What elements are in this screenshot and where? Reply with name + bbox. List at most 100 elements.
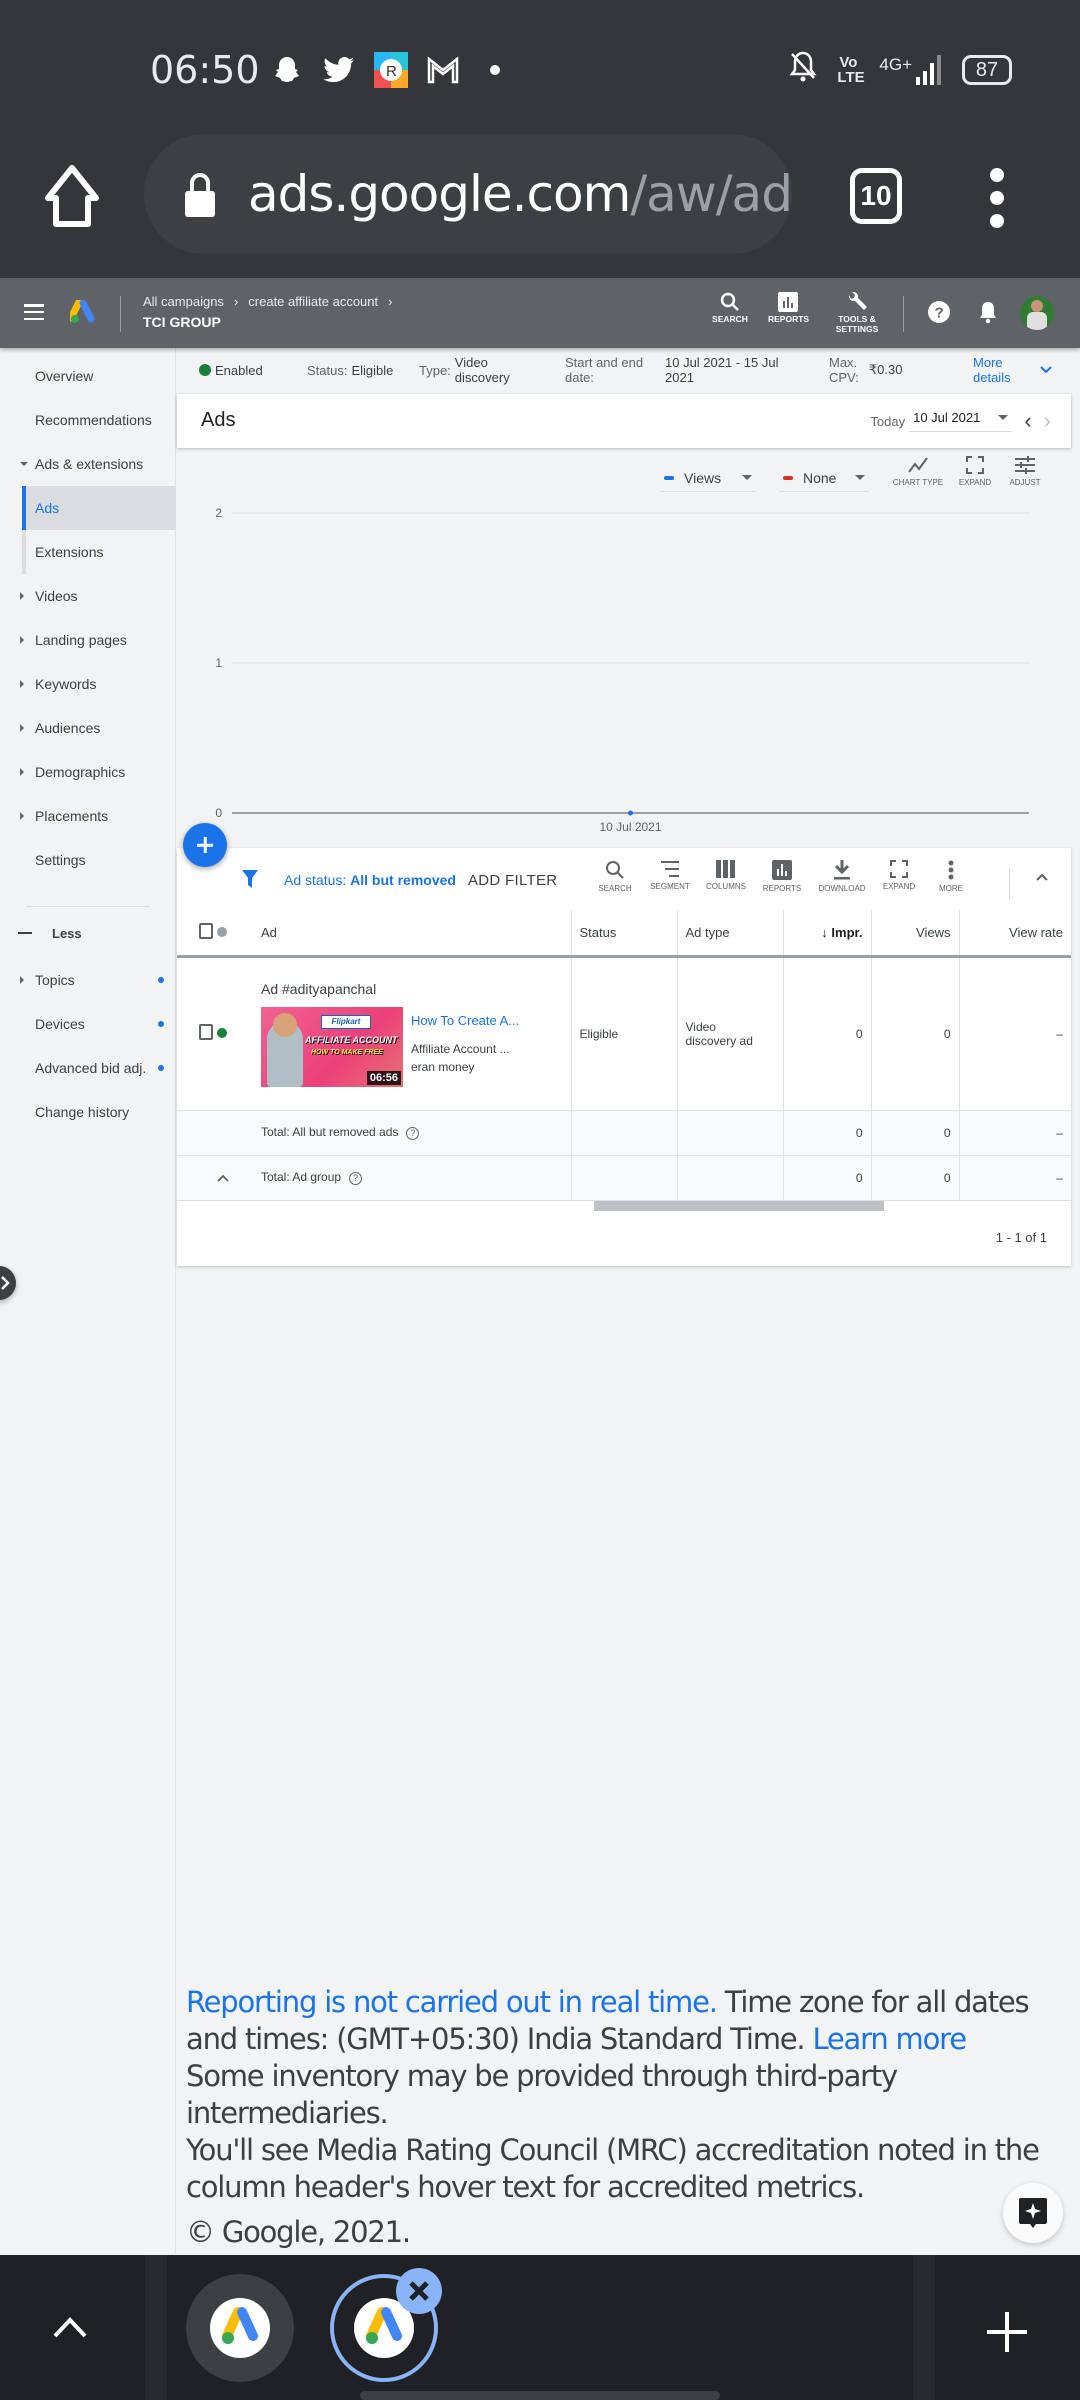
more-label: MORE (939, 884, 963, 893)
sidebar-item-placements[interactable]: Placements (0, 794, 176, 838)
column-header-impr[interactable]: ↓ Impr. (783, 910, 872, 958)
google-ads-logo[interactable] (67, 298, 96, 324)
add-ad-button[interactable] (183, 823, 227, 867)
column-header-status[interactable]: Status (571, 910, 678, 958)
tab-google-ads-1[interactable] (186, 2274, 294, 2382)
segment-button[interactable]: SEGMENT (645, 860, 695, 891)
tab-strip-edge (145, 2255, 167, 2400)
account-avatar[interactable] (1020, 296, 1054, 330)
breadcrumb-campaign[interactable]: create affiliate account (248, 294, 378, 309)
chart-type-button[interactable]: CHART TYPE (890, 456, 946, 487)
chevron-up-icon (217, 1174, 229, 1182)
header-reports-button[interactable]: REPORTS (768, 292, 810, 324)
sidebar-item-audiences[interactable]: Audiences (0, 706, 176, 750)
sidebar-item-overview[interactable]: Overview (0, 354, 176, 398)
breadcrumb-all-campaigns[interactable]: All campaigns (143, 294, 224, 309)
chart-expand-button[interactable]: EXPAND (955, 456, 995, 487)
help-icon[interactable]: ? (349, 1172, 363, 1185)
account-name[interactable]: TCI GROUP (143, 314, 221, 330)
metric-2-select[interactable]: None (779, 464, 869, 492)
sidebar-item-landing-pages[interactable]: Landing pages (0, 618, 176, 662)
enabled-label: Enabled (215, 362, 263, 378)
previous-date-button[interactable]: ‹ (1024, 410, 1031, 432)
sidebar-item-devices[interactable]: Devices (0, 1002, 176, 1046)
search-icon (720, 292, 739, 311)
chevron-down-icon[interactable] (1039, 348, 1053, 392)
table-search-button[interactable]: SEARCH (595, 860, 635, 893)
sidebar-item-demographics[interactable]: Demographics (0, 750, 176, 794)
header-tools-label-1: TOOLS & (838, 314, 876, 324)
sidebar-item-settings[interactable]: Settings (0, 838, 176, 882)
learn-more-link[interactable]: Learn more (812, 2022, 967, 2056)
next-date-button[interactable]: › (1044, 410, 1051, 432)
chart-type-icon (908, 457, 928, 473)
ad-headline-link[interactable]: How To Create A... (411, 1013, 531, 1028)
help-icon[interactable]: ? (406, 1127, 420, 1140)
column-header-ad-type[interactable]: Ad type (677, 910, 784, 958)
sidebar-item-keywords[interactable]: Keywords (0, 662, 176, 706)
collapse-table-button[interactable] (1035, 872, 1049, 882)
horizontal-scrollbar[interactable] (594, 1201, 884, 1211)
sidebar-item-change-history[interactable]: Change history (0, 1090, 176, 1134)
bell-icon (980, 302, 996, 324)
twitter-icon (322, 52, 356, 88)
realtime-reporting-link[interactable]: Reporting is not carried out in real tim… (186, 1985, 718, 2019)
ad-name[interactable]: Ad #adityapanchal (261, 981, 563, 997)
ad-status-filter-chip[interactable]: Ad status: All but removed (284, 872, 456, 888)
enabled-status[interactable]: Enabled (199, 348, 263, 392)
expand-tabs-button[interactable] (52, 2315, 88, 2339)
dates-value: 10 Jul 2021 - 15 Jul 2021 (665, 355, 779, 385)
download-button[interactable]: DOWNLOAD (815, 860, 869, 893)
table-expand-button[interactable]: EXPAND (877, 860, 921, 891)
sidebar-item-ads-extensions[interactable]: Ads & extensions (0, 442, 176, 486)
collapse-totals-button[interactable] (209, 1155, 239, 1201)
sidebar-item-topics[interactable]: Topics (0, 958, 176, 1002)
dropdown-arrow-icon (855, 475, 865, 480)
column-header-view-rate[interactable]: View rate (959, 910, 1071, 958)
y-tick-label: 1 (215, 656, 222, 670)
select-all-checkbox[interactable] (199, 922, 213, 939)
hamburger-menu-icon[interactable] (24, 304, 44, 320)
address-bar[interactable]: ads.google.com/aw/ads (144, 134, 792, 254)
more-button[interactable]: MORE (933, 860, 969, 893)
column-header-ad[interactable]: Ad (239, 910, 572, 958)
chart-adjust-button[interactable]: ADJUST (1005, 456, 1045, 487)
reports-button[interactable]: REPORTS (757, 860, 807, 893)
sidebar-item-extensions[interactable]: Extensions (22, 530, 176, 574)
battery-indicator: 87 (962, 54, 1012, 85)
ad-description-1: Affiliate Account ... (411, 1041, 510, 1056)
add-filter-button[interactable]: ADD FILTER (468, 872, 557, 889)
sidebar-item-advanced-bid-adj[interactable]: Advanced bid adj. (0, 1046, 176, 1090)
expand-icon (890, 860, 908, 878)
data-point-views[interactable] (628, 810, 633, 816)
home-button[interactable] (42, 164, 102, 228)
header-tools-label-2: SETTINGS (835, 324, 879, 334)
sidebar-divider (26, 906, 150, 907)
total-row-ad-group: Total: Ad group? 0 0 – (177, 1155, 1071, 1201)
new-tab-button[interactable] (985, 2310, 1029, 2354)
metric-1-select[interactable]: Views (660, 464, 756, 492)
header-reports-label: REPORTS (768, 314, 810, 324)
help-button[interactable]: ? (928, 301, 950, 328)
video-thumbnail[interactable]: Flipkart AFFILIATE ACCOUNT HOW TO MAKE F… (261, 1006, 403, 1087)
sidebar-item-videos[interactable]: Videos (0, 574, 176, 618)
view-rate-cell: – (959, 956, 1071, 1111)
notifications-button[interactable] (978, 300, 998, 329)
tab-switcher-button[interactable]: 10 (850, 168, 902, 224)
column-header-views[interactable]: Views (871, 910, 960, 958)
assistant-button[interactable] (1003, 2183, 1063, 2243)
sidebar-item-ads[interactable]: Ads (22, 486, 176, 530)
date-range-picker[interactable]: 10 Jul 2021 (909, 410, 1013, 432)
sidebar-item-recommendations[interactable]: Recommendations (0, 398, 176, 442)
header-tools-settings-button[interactable]: TOOLS & SETTINGS (832, 292, 882, 334)
filter-icon[interactable] (242, 870, 258, 888)
sidebar-item-label: Extensions (35, 544, 104, 560)
columns-button[interactable]: COLUMNS (701, 860, 751, 891)
browser-menu-button[interactable] (985, 168, 1009, 228)
more-details-link[interactable]: More details (973, 348, 1011, 392)
status-bar: 06:50 R Vo LTE 4G+ 87 (0, 0, 1080, 140)
row-checkbox[interactable] (199, 1024, 213, 1040)
header-search-button[interactable]: SEARCH (712, 292, 748, 324)
sidebar-less-toggle[interactable]: Less (18, 911, 82, 955)
close-tab-button[interactable] (396, 2268, 442, 2314)
